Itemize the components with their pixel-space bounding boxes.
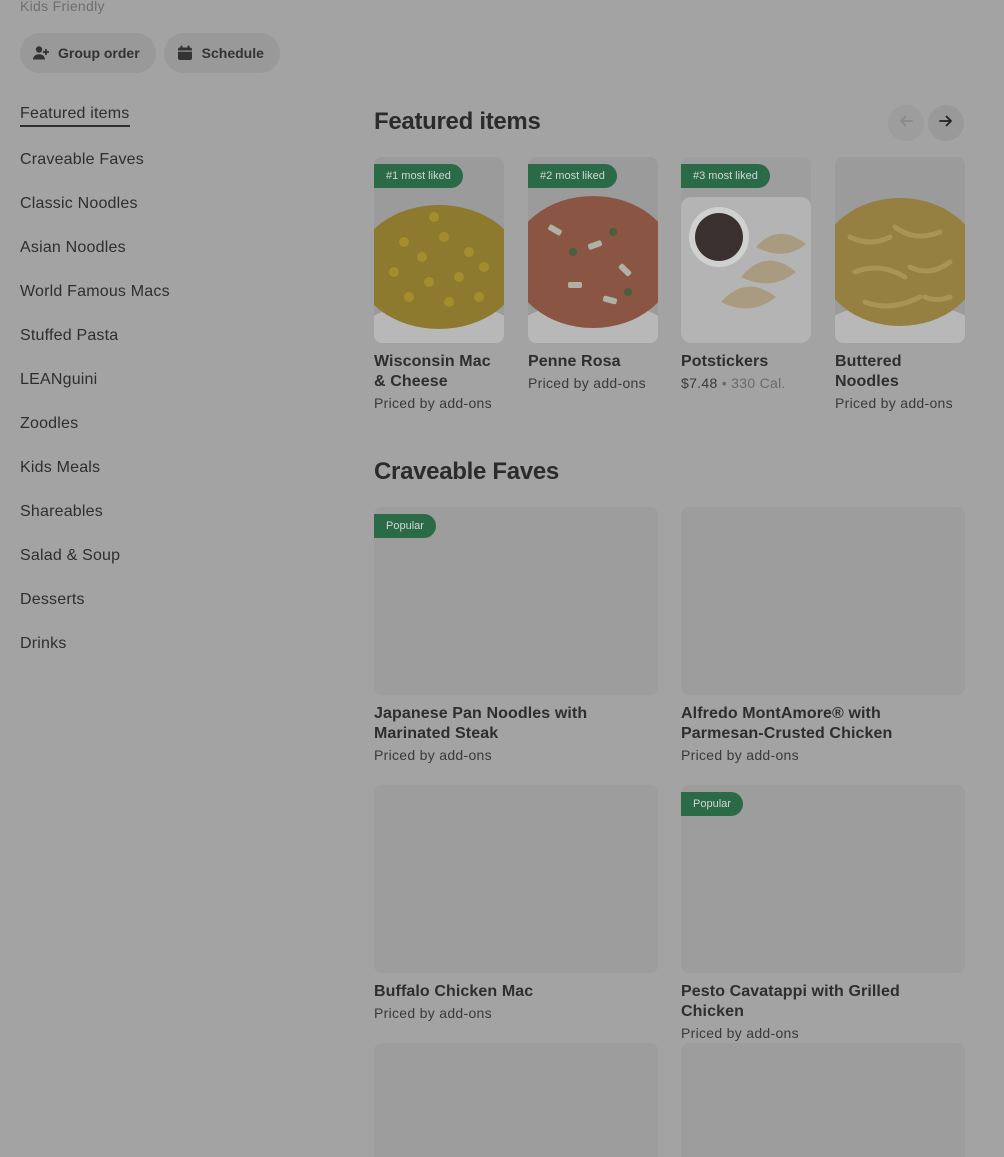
featured-item-card[interactable]: Buttered Noodles Priced by add-ons (835, 157, 965, 411)
group-order-button[interactable]: Group order (20, 33, 156, 73)
item-name: Pesto Cavatappi with Grilled Chicken (681, 983, 900, 1020)
sidebar-item-label: LEANguini (20, 371, 98, 388)
sidebar-item-zoodles[interactable]: Zoodles (20, 402, 320, 446)
item-price: Priced by add-ons (681, 1025, 799, 1041)
sidebar-item-label: Drinks (20, 635, 67, 652)
menu-item-card[interactable] (374, 1043, 658, 1157)
arrow-left-icon (898, 113, 914, 134)
sidebar-item-label: Asian Noodles (20, 239, 126, 256)
sidebar-item-label: Stuffed Pasta (20, 327, 119, 344)
carousel-controls (888, 105, 964, 141)
sidebar-item-label: Craveable Faves (20, 151, 144, 168)
schedule-button[interactable]: Schedule (163, 33, 280, 73)
item-name: Buffalo Chicken Mac (374, 983, 534, 1000)
potstickers-image: #3 most liked (681, 157, 811, 343)
item-image-placeholder (374, 785, 658, 973)
sidebar-item-classic-noodles[interactable]: Classic Noodles (20, 182, 320, 226)
item-image-placeholder (681, 1043, 965, 1157)
rank-badge: #3 most liked (681, 164, 770, 188)
sidebar-item-label: Zoodles (20, 415, 79, 432)
sidebar-item-drinks[interactable]: Drinks (20, 622, 320, 666)
menu-item-card[interactable]: Buffalo Chicken Mac Priced by add-ons (374, 785, 658, 1021)
buttered-noodles-image (835, 157, 965, 343)
item-image-placeholder: Popular (681, 785, 965, 973)
sidebar-item-leanguini[interactable]: LEANguini (20, 358, 320, 402)
rank-badge: #1 most liked (374, 164, 463, 188)
item-name: Potstickers (681, 353, 769, 370)
sidebar-item-asian-noodles[interactable]: Asian Noodles (20, 226, 320, 270)
calendar-icon (176, 44, 194, 62)
menu-item-card[interactable] (681, 1043, 965, 1157)
menu-item-card[interactable]: Popular Pesto Cavatappi with Grilled Chi… (681, 785, 965, 1041)
item-name: Penne Rosa (528, 353, 621, 370)
featured-item-card[interactable]: #2 most liked Penne Rosa Priced by add-o… (528, 157, 658, 391)
sidebar-item-desserts[interactable]: Desserts (20, 578, 320, 622)
sidebar-item-kids-meals[interactable]: Kids Meals (20, 446, 320, 490)
item-name: Japanese Pan Noodles with Marinated Stea… (374, 705, 588, 742)
item-price: Priced by add-ons (681, 747, 799, 763)
restaurant-menu-page: Kids Friendly Group order Schedule Featu… (0, 0, 1004, 1157)
item-name: Buttered Noodles (835, 353, 902, 390)
sidebar-item-label: Shareables (20, 503, 103, 520)
add-person-icon (32, 44, 50, 62)
item-price-calories: $7.48 • 330 Cal. (681, 375, 811, 391)
sidebar-item-label: Classic Noodles (20, 195, 138, 212)
sidebar-item-salad-soup[interactable]: Salad & Soup (20, 534, 320, 578)
popular-badge: Popular (681, 792, 743, 816)
featured-section-title: Featured items (374, 108, 541, 135)
craveable-section-title: Craveable Faves (374, 458, 559, 485)
carousel-next-button[interactable] (928, 105, 964, 141)
carousel-prev-button[interactable] (888, 105, 924, 141)
mac-and-cheese-image: #1 most liked (374, 157, 504, 343)
item-name: Wisconsin Mac & Cheese (374, 353, 491, 390)
penne-rosa-image: #2 most liked (528, 157, 658, 343)
sidebar-item-label: Desserts (20, 591, 85, 608)
sidebar-item-stuffed-pasta[interactable]: Stuffed Pasta (20, 314, 320, 358)
sidebar-item-featured-items[interactable]: Featured items (20, 94, 320, 138)
popular-badge: Popular (374, 514, 436, 538)
sidebar-item-label: World Famous Macs (20, 283, 170, 300)
schedule-label: Schedule (201, 45, 264, 61)
separator-dot: • (721, 375, 727, 391)
menu-category-nav: Featured items Craveable Faves Classic N… (20, 94, 320, 666)
sidebar-item-label: Featured items (20, 105, 130, 127)
sidebar-item-craveable-faves[interactable]: Craveable Faves (20, 138, 320, 182)
item-price: $7.48 (681, 375, 718, 391)
item-image-placeholder: Popular (374, 507, 658, 695)
item-price: Priced by add-ons (374, 395, 492, 411)
item-price: Priced by add-ons (374, 747, 492, 763)
rank-badge: #2 most liked (528, 164, 617, 188)
item-calories: 330 Cal. (731, 375, 786, 391)
item-name: Alfredo MontAmore® with Parmesan-Crusted… (681, 705, 893, 742)
group-order-label: Group order (58, 45, 140, 61)
item-image-placeholder (374, 1043, 658, 1157)
menu-item-card[interactable]: Alfredo MontAmore® with Parmesan-Crusted… (681, 507, 965, 763)
sidebar-item-label: Kids Meals (20, 459, 101, 476)
item-price: Priced by add-ons (835, 395, 953, 411)
kids-friendly-tag: Kids Friendly (20, 0, 105, 14)
arrow-right-icon (938, 113, 954, 134)
item-price: Priced by add-ons (528, 375, 646, 391)
sidebar-item-label: Salad & Soup (20, 547, 121, 564)
featured-item-card[interactable]: #1 most liked Wisconsin Mac & Cheese Pri… (374, 157, 504, 411)
sidebar-item-shareables[interactable]: Shareables (20, 490, 320, 534)
order-actions: Group order Schedule (20, 33, 280, 73)
menu-item-card[interactable]: Popular Japanese Pan Noodles with Marina… (374, 507, 658, 763)
item-price: Priced by add-ons (374, 1005, 492, 1021)
item-image-placeholder (681, 507, 965, 695)
sidebar-item-world-famous-macs[interactable]: World Famous Macs (20, 270, 320, 314)
featured-item-card[interactable]: #3 most liked Potstickers $7.48 • 330 Ca… (681, 157, 811, 391)
featured-carousel: #1 most liked Wisconsin Mac & Cheese Pri… (374, 157, 1004, 417)
